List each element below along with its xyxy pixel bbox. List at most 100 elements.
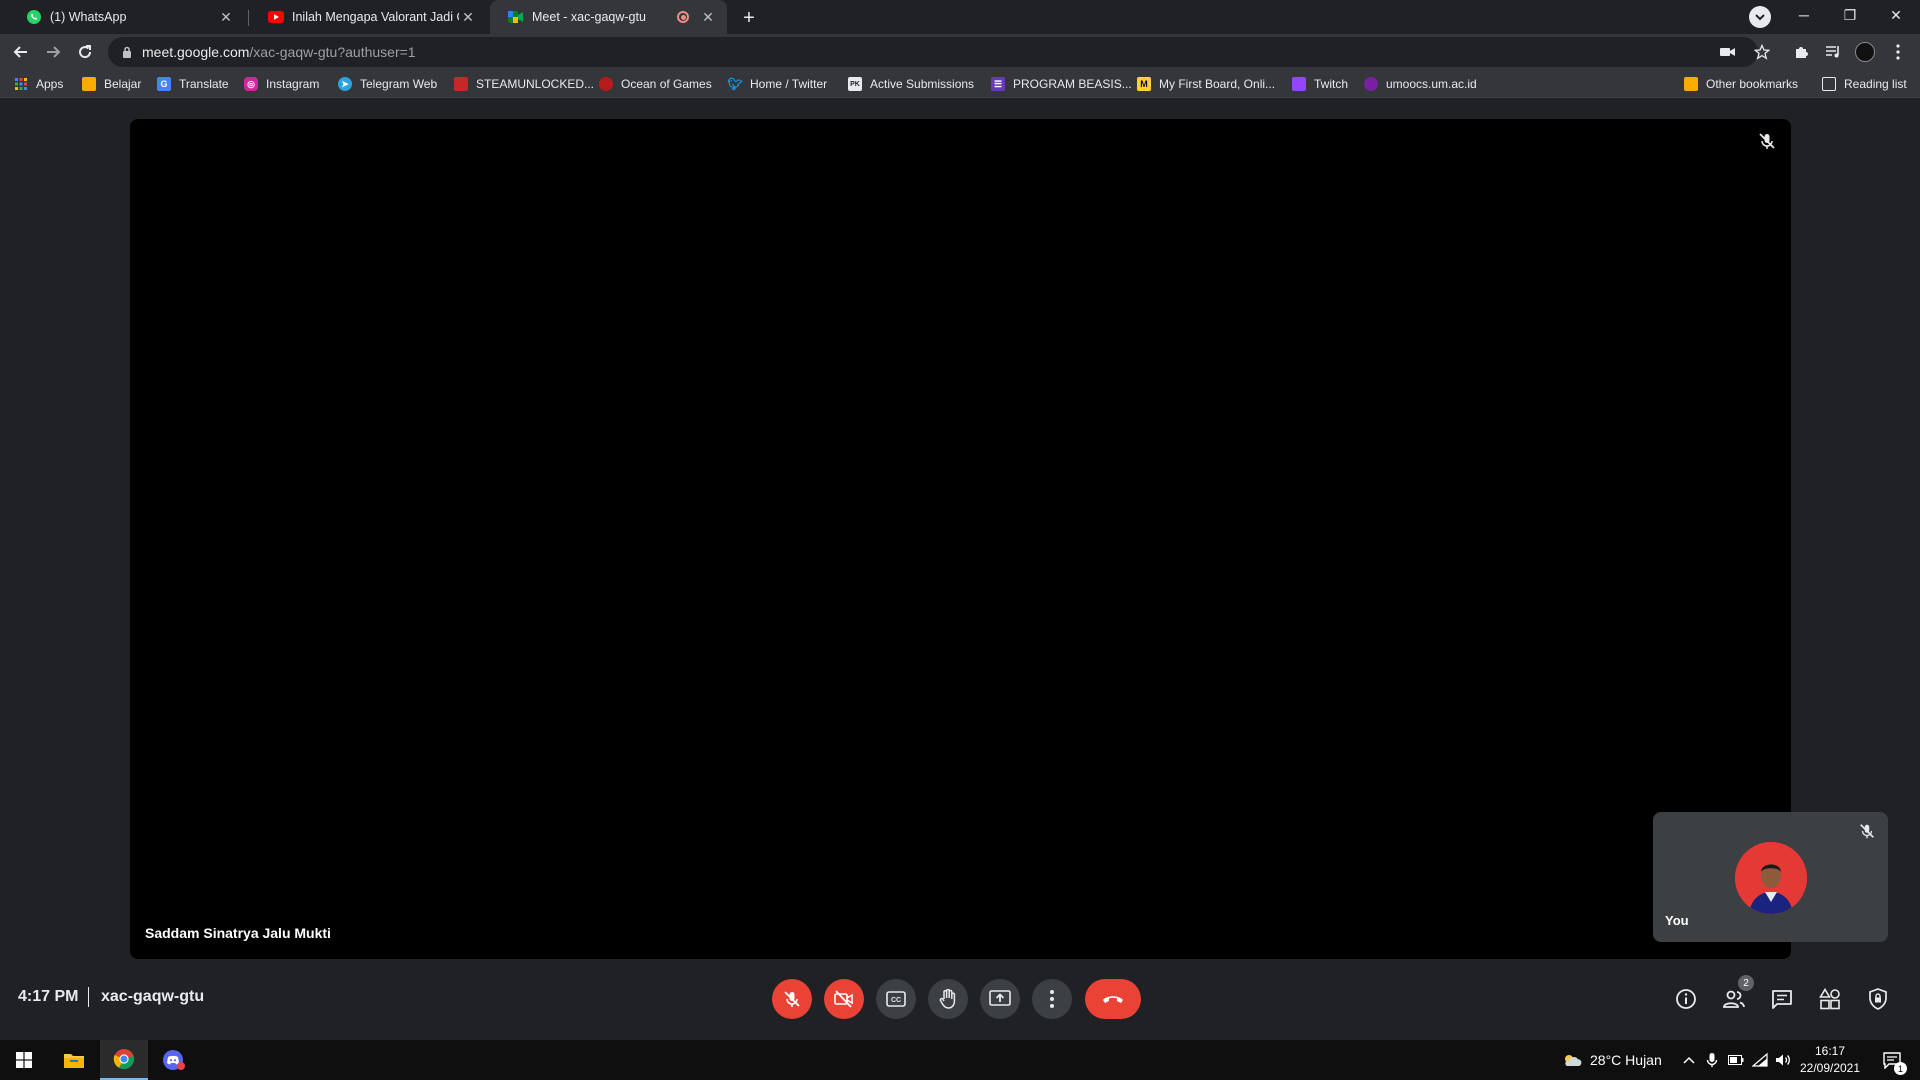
camera-off-icon: [834, 990, 853, 1008]
back-button[interactable]: [8, 39, 34, 65]
participant-count-badge: 2: [1738, 975, 1754, 991]
leave-call-button[interactable]: [1085, 979, 1141, 1019]
info-icon: [1676, 989, 1696, 1009]
people-icon: [1723, 990, 1745, 1008]
bookmark-twitter[interactable]: 🐦︎ Home / Twitter: [727, 75, 827, 93]
bookmark-ocean-of-games[interactable]: Ocean of Games: [599, 75, 712, 93]
instagram-icon: ◎: [244, 77, 258, 91]
weather-cloud-rain-icon[interactable]: [1560, 1051, 1584, 1069]
file-explorer-button[interactable]: [50, 1040, 98, 1080]
url-path: /xac-gaqw-gtu?authuser=1: [249, 44, 416, 60]
toggle-microphone-button[interactable]: [772, 979, 812, 1019]
mic-muted-icon: [1757, 131, 1777, 151]
action-center-button[interactable]: 1: [1880, 1048, 1907, 1075]
divider: [88, 987, 89, 1007]
bookmark-belajar[interactable]: Belajar: [82, 75, 141, 93]
chat-button[interactable]: [1768, 985, 1796, 1013]
camera-in-use-icon[interactable]: [1718, 42, 1738, 62]
meeting-code: xac-gaqw-gtu: [101, 988, 205, 1005]
clock-time: 16:17: [1814, 1044, 1846, 1058]
reading-list[interactable]: Reading list: [1822, 75, 1907, 93]
bookmark-label: Ocean of Games: [621, 77, 712, 91]
reading-list-icon: [1822, 77, 1836, 91]
meet-control-bar: 4:17 PM xac-gaqw-gtu CC 2: [0, 967, 1920, 1029]
bookmark-translate[interactable]: G Translate: [157, 75, 229, 93]
tab-whatsapp[interactable]: (1) WhatsApp ✕: [8, 0, 245, 34]
miro-icon: M: [1137, 77, 1151, 91]
captions-button[interactable]: CC: [876, 979, 916, 1019]
folder-icon: [1684, 77, 1698, 91]
discord-icon: [163, 1050, 185, 1070]
shield-lock-icon: [1869, 988, 1887, 1010]
bookmarks-bar: Apps Belajar G Translate ◎ Instagram ➤ T…: [0, 70, 1920, 98]
bookmark-active-submissions[interactable]: PK Active Submissions: [848, 75, 974, 93]
battery-icon[interactable]: [1727, 1051, 1745, 1069]
tab-strip: (1) WhatsApp ✕ Inilah Mengapa Valorant J…: [0, 0, 1920, 34]
tab-title: Inilah Mengapa Valorant Jadi Gam: [292, 10, 459, 24]
activities-button[interactable]: [1816, 985, 1844, 1013]
start-button[interactable]: [0, 1040, 48, 1080]
present-screen-button[interactable]: [980, 979, 1020, 1019]
close-tab-icon[interactable]: ✕: [699, 8, 717, 26]
self-video-tile[interactable]: You: [1653, 812, 1888, 942]
chrome-menu-icon[interactable]: [1885, 39, 1911, 65]
bookmark-instagram[interactable]: ◎ Instagram: [244, 75, 319, 93]
meeting-details-button[interactable]: [1672, 985, 1700, 1013]
tab-meet[interactable]: Meet - xac-gaqw-gtu ✕: [490, 0, 727, 34]
close-window-button[interactable]: ✕: [1873, 0, 1919, 30]
new-tab-button[interactable]: +: [736, 5, 762, 31]
bookmark-label: Telegram Web: [360, 77, 438, 91]
other-bookmarks[interactable]: Other bookmarks: [1684, 75, 1798, 93]
chevron-down-icon: [1755, 14, 1765, 21]
bookmark-label: STEAMUNLOCKED...: [476, 77, 595, 91]
extensions-puzzle-icon[interactable]: [1788, 39, 1814, 65]
mic-off-icon: [784, 991, 800, 1007]
folder-icon: [64, 1054, 84, 1068]
bookmark-star-icon[interactable]: [1752, 42, 1772, 62]
participants-button[interactable]: 2: [1720, 975, 1754, 1013]
bookmark-label: Belajar: [104, 77, 142, 91]
forward-button[interactable]: [40, 39, 66, 65]
host-controls-button[interactable]: [1864, 985, 1892, 1013]
bookmark-umoocs[interactable]: umoocs.um.ac.id: [1364, 75, 1477, 93]
tab-separator: [248, 10, 249, 26]
bookmark-steamunlocked[interactable]: STEAMUNLOCKED...: [454, 75, 594, 93]
taskbar-clock[interactable]: 16:17 22/09/2021: [1790, 1043, 1870, 1077]
bookmark-program-beasiswa[interactable]: ☰ PROGRAM BEASIS...: [991, 75, 1132, 93]
media-control-icon[interactable]: [1820, 39, 1846, 65]
tab-search-button[interactable]: [1749, 6, 1771, 28]
restore-button[interactable]: ❐: [1827, 0, 1873, 30]
activities-shapes-icon: [1819, 988, 1840, 1010]
mic-muted-icon: [1858, 822, 1876, 840]
youtube-icon: [268, 9, 284, 25]
wifi-icon[interactable]: [1751, 1051, 1769, 1069]
discord-taskbar-button[interactable]: [150, 1040, 198, 1080]
self-label: You: [1665, 913, 1689, 928]
bookmark-telegram[interactable]: ➤ Telegram Web: [338, 75, 437, 93]
bookmark-my-first-board[interactable]: M My First Board, Onli...: [1137, 75, 1275, 93]
bookmark-twitch[interactable]: Twitch: [1292, 75, 1348, 93]
more-options-button[interactable]: [1032, 979, 1072, 1019]
chrome-taskbar-button[interactable]: [100, 1040, 148, 1080]
reload-button[interactable]: [72, 39, 98, 65]
close-tab-icon[interactable]: ✕: [459, 8, 477, 26]
address-bar[interactable]: meet.google.com/xac-gaqw-gtu?authuser=1: [108, 37, 1758, 67]
weather-text[interactable]: 28°C Hujan: [1590, 1052, 1662, 1068]
telegram-icon: ➤: [338, 77, 352, 91]
show-hidden-icons-chevron-up-icon[interactable]: [1680, 1051, 1698, 1069]
tab-youtube[interactable]: Inilah Mengapa Valorant Jadi Gam ✕: [250, 0, 487, 34]
steamunlocked-icon: [454, 77, 468, 91]
main-video-tile[interactable]: Saddam Sinatrya Jalu Mukti: [130, 119, 1791, 959]
minimize-button[interactable]: ─: [1781, 0, 1827, 30]
twitter-bird-icon: 🐦︎: [727, 77, 743, 91]
present-icon: [989, 990, 1011, 1006]
bookmark-apps[interactable]: Apps: [14, 75, 63, 93]
profile-avatar[interactable]: [1855, 42, 1875, 62]
close-tab-icon[interactable]: ✕: [217, 8, 235, 26]
bookmark-label: Other bookmarks: [1706, 77, 1799, 91]
raise-hand-button[interactable]: [928, 979, 968, 1019]
lock-icon: [122, 46, 132, 58]
toggle-camera-button[interactable]: [824, 979, 864, 1019]
bookmark-label: Active Submissions: [870, 77, 975, 91]
microphone-icon[interactable]: [1703, 1051, 1721, 1069]
